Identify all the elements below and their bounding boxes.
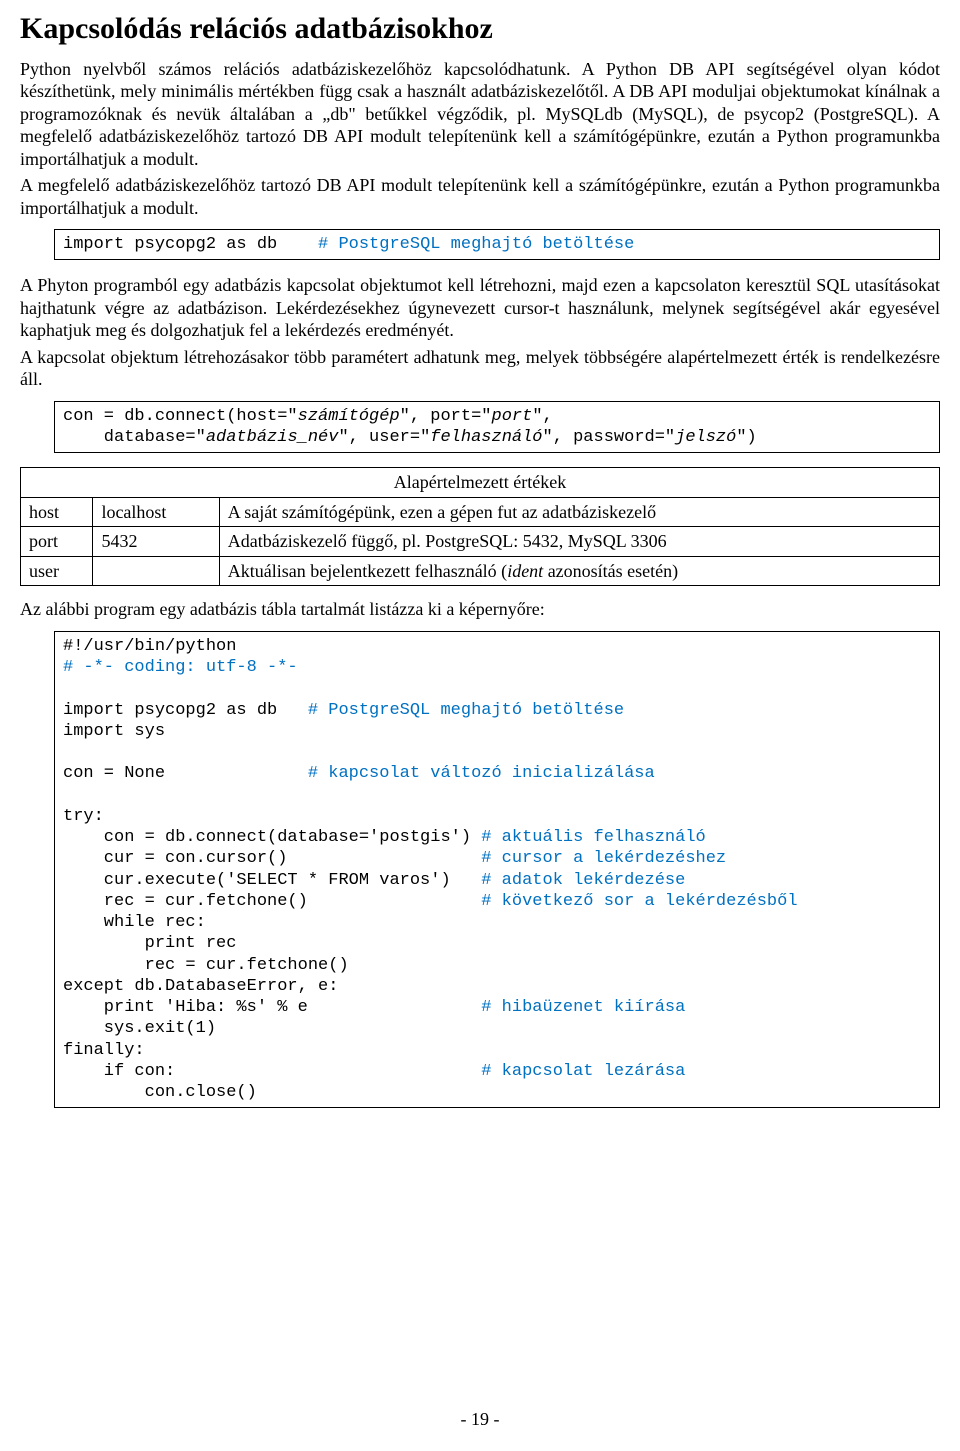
code-text: import psycopg2 as db — [63, 235, 318, 254]
table-row: user Aktuálisan bejelentkezett felhaszná… — [21, 556, 940, 586]
page-number: - 19 - — [20, 1408, 940, 1431]
code-comment: # PostgreSQL meghajtó betöltése — [308, 701, 624, 720]
code-comment: # kapcsolat lezárása — [481, 1062, 685, 1081]
code-text: con.close() — [63, 1083, 257, 1102]
table-cell-val — [93, 556, 219, 586]
code-text: import psycopg2 as db — [63, 701, 308, 720]
table-row: port 5432 Adatbáziskezelő függő, pl. Pos… — [21, 527, 940, 557]
code-text: cur.execute('SELECT * FROM varos') — [63, 871, 481, 890]
code-text: cur = con.cursor() — [63, 849, 481, 868]
code-text: import sys — [63, 722, 165, 741]
table-cell-val: 5432 — [93, 527, 219, 557]
table-header-row: Alapértelmezett értékek — [21, 468, 940, 498]
code-text: finally: — [63, 1041, 145, 1060]
code-text: rec = cur.fetchone() — [63, 956, 349, 975]
code-text: while rec: — [63, 913, 206, 932]
code-comment: # PostgreSQL meghajtó betöltése — [318, 235, 634, 254]
code-text: con = db.connect(host=" — [63, 407, 298, 426]
text: Aktuálisan bejelentkezett felhasználó ( — [228, 561, 507, 581]
code-text: ") — [736, 428, 756, 447]
code-comment: # következő sor a lekérdezésből — [481, 892, 797, 911]
code-block-program: #!/usr/bin/python # -*- coding: utf-8 -*… — [54, 631, 940, 1109]
code-text: ", port=" — [400, 407, 492, 426]
code-comment: # kapcsolat változó inicializálása — [308, 764, 655, 783]
code-text: database=" — [63, 428, 206, 447]
table-cell-key: user — [21, 556, 93, 586]
code-block-connect: con = db.connect(host="számítógép", port… — [54, 401, 940, 454]
code-placeholder: port — [492, 407, 533, 426]
code-placeholder: adatbázis_név — [206, 428, 339, 447]
table-cell-key: host — [21, 497, 93, 527]
code-placeholder: jelszó — [675, 428, 736, 447]
code-text: ", — [532, 407, 552, 426]
table-header: Alapértelmezett értékek — [21, 468, 940, 498]
code-comment: # aktuális felhasználó — [481, 828, 705, 847]
code-comment: # adatok lekérdezése — [481, 871, 685, 890]
code-text: sys.exit(1) — [63, 1019, 216, 1038]
table-row: host localhost A saját számítógépünk, ez… — [21, 497, 940, 527]
table-cell-desc: A saját számítógépünk, ezen a gépen fut … — [219, 497, 939, 527]
code-text: rec = cur.fetchone() — [63, 892, 481, 911]
text: azonosítás esetén) — [543, 561, 678, 581]
code-text: try: — [63, 807, 104, 826]
code-text: con = db.connect(database='postgis') — [63, 828, 481, 847]
code-text: con = None — [63, 764, 308, 783]
code-placeholder: számítógép — [298, 407, 400, 426]
code-text: print rec — [63, 934, 236, 953]
code-text: if con: — [63, 1062, 481, 1081]
code-placeholder: felhasználó — [430, 428, 542, 447]
code-block-import: import psycopg2 as db # PostgreSQL megha… — [54, 229, 940, 260]
table-cell-key: port — [21, 527, 93, 557]
paragraph-3: A Phyton programból egy adatbázis kapcso… — [20, 274, 940, 342]
paragraph-4: A kapcsolat objektum létrehozásakor több… — [20, 346, 940, 391]
code-text: print 'Hiba: %s' % e — [63, 998, 481, 1017]
text-italic: ident — [507, 561, 543, 581]
code-comment: # -*- coding: utf-8 -*- — [63, 658, 298, 677]
paragraph-1: Python nyelvből számos relációs adatbázi… — [20, 58, 940, 171]
code-text: ", password=" — [543, 428, 676, 447]
code-text: except db.DatabaseError, e: — [63, 977, 338, 996]
page-title: Kapcsolódás relációs adatbázisokhoz — [20, 10, 940, 48]
code-comment: # hibaüzenet kiírása — [481, 998, 685, 1017]
defaults-table: Alapértelmezett értékek host localhost A… — [20, 467, 940, 586]
paragraph-2: A megfelelő adatbáziskezelőhöz tartozó D… — [20, 174, 940, 219]
code-comment: # cursor a lekérdezéshez — [481, 849, 726, 868]
table-cell-desc: Adatbáziskezelő függő, pl. PostgreSQL: 5… — [219, 527, 939, 557]
code-text: #!/usr/bin/python — [63, 637, 236, 656]
code-text: ", user=" — [338, 428, 430, 447]
paragraph-5: Az alábbi program egy adatbázis tábla ta… — [20, 598, 940, 621]
table-cell-desc: Aktuálisan bejelentkezett felhasználó (i… — [219, 556, 939, 586]
table-cell-val: localhost — [93, 497, 219, 527]
